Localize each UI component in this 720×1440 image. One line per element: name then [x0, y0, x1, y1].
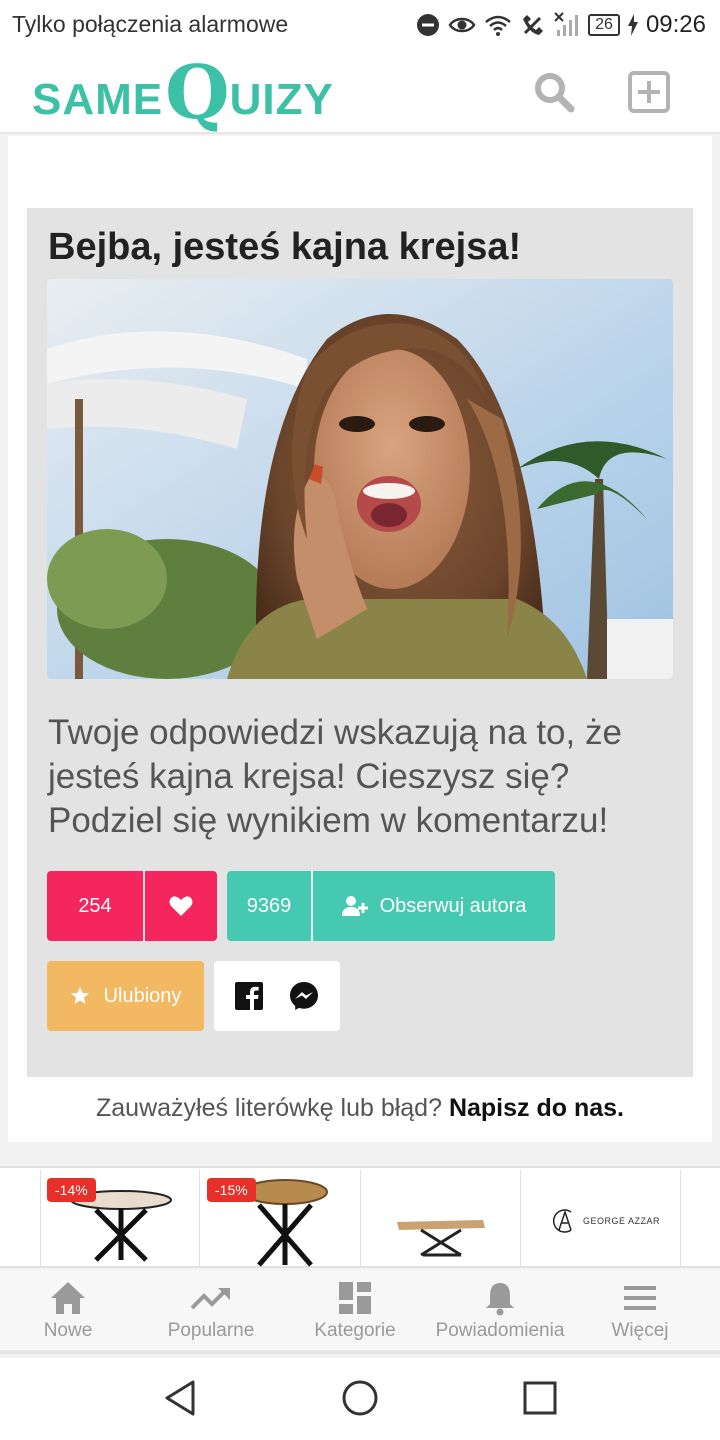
nav-label: Więcej — [611, 1320, 669, 1341]
heart-icon — [145, 895, 217, 917]
clock: 09:26 — [645, 11, 706, 38]
trending-icon — [190, 1288, 230, 1310]
samequizy-logo[interactable]: SAME Q UIZY — [32, 56, 334, 130]
discount-badge: -15% — [207, 1178, 256, 1202]
follow-author-button[interactable]: 9369 Obserwuj autora — [227, 871, 555, 941]
home-circle-icon[interactable] — [340, 1378, 380, 1418]
nav-item-kategorie[interactable]: Kategorie — [306, 1280, 404, 1342]
result-image — [47, 279, 673, 679]
nav-item-wiecej[interactable]: Więcej — [604, 1280, 676, 1342]
main-content: Bejba, jesteś kajna krejsa! Twoje odpowi… — [8, 136, 712, 1142]
recents-icon[interactable] — [520, 1378, 560, 1418]
report-prefix: Zauważyłeś literówkę lub błąd? — [95, 1094, 442, 1122]
nav-item-popularne[interactable]: Popularne — [158, 1280, 264, 1342]
home-icon — [51, 1282, 85, 1314]
carrier-text: Tylko połączenia alarmowe — [12, 11, 289, 37]
nav-item-powiadomienia[interactable]: Powiadomienia — [424, 1280, 576, 1342]
add-icon[interactable] — [627, 70, 671, 114]
like-count: 254 — [47, 871, 145, 941]
ad-item[interactable]: GEORGE AZZAR — [521, 1170, 681, 1268]
app-header: SAME Q UIZY — [0, 50, 720, 134]
no-call-icon — [523, 15, 544, 35]
app-root: Tylko połączenia alarmowe 26 09:26 SAME … — [0, 0, 720, 1440]
result-card: Bejba, jesteś kajna krejsa! Twoje odpowi… — [27, 208, 693, 1077]
status-bar: Tylko połączenia alarmowe 26 09:26 — [0, 0, 720, 50]
like-button[interactable]: 254 — [47, 871, 217, 941]
brand-name: GEORGE AZZAR — [583, 1216, 661, 1226]
follow-label-wrap: Obserwuj autora — [313, 895, 555, 918]
ga-monogram-icon — [552, 1209, 572, 1233]
follower-count: 9369 — [227, 871, 313, 941]
menu-icon — [624, 1286, 656, 1310]
result-description: Twoje odpowiedzi wskazują na to, że jest… — [48, 713, 622, 840]
bell-icon — [486, 1283, 514, 1316]
follow-label: Obserwuj autora — [379, 894, 527, 917]
result-title: Bejba, jesteś kajna krejsa! — [48, 226, 522, 268]
add-user-icon — [341, 896, 368, 916]
actions-row: Ulubiony — [47, 961, 340, 1031]
ad-item[interactable]: -14% — [40, 1170, 200, 1268]
table-image — [397, 1220, 485, 1257]
ad-item[interactable] — [361, 1170, 521, 1268]
facebook-icon[interactable] — [235, 982, 263, 1010]
brand-logo: GEORGE AZZAR — [551, 1208, 660, 1234]
system-navigation-bar — [0, 1358, 720, 1440]
eye-icon — [448, 17, 476, 33]
nav-label: Popularne — [167, 1320, 255, 1341]
discount-badge: -14% — [47, 1178, 96, 1202]
bottom-navigation: Nowe Popularne Kategorie Powiadomienia W… — [0, 1270, 720, 1354]
do-not-disturb-icon — [417, 14, 440, 36]
status-icons: 26 09:26 — [416, 9, 706, 41]
logo-part-same: SAME — [32, 75, 164, 124]
battery-icon: 26 — [588, 14, 620, 36]
logo-part-q: Q — [165, 50, 230, 136]
wifi-icon — [485, 15, 511, 36]
share-box — [214, 961, 340, 1031]
favorite-label: Ulubiony — [103, 984, 182, 1007]
report-link[interactable]: Napisz do nas. — [449, 1094, 624, 1122]
dashboard-icon — [339, 1282, 371, 1314]
nav-label: Powiadomienia — [435, 1320, 565, 1341]
nav-label: Nowe — [43, 1320, 93, 1341]
ad-item[interactable]: -15% — [201, 1170, 361, 1268]
search-icon[interactable] — [532, 70, 576, 114]
charging-icon — [627, 14, 638, 36]
ad-banner[interactable]: -14% -15% GEORGE AZZAR — [0, 1166, 720, 1268]
favorite-button[interactable]: Ulubiony — [47, 961, 204, 1031]
nav-label: Kategorie — [314, 1320, 396, 1341]
star-icon — [70, 987, 89, 1004]
logo-part-uizy: UIZY — [229, 75, 334, 124]
report-error-text: Zauważyłeś literówkę lub błąd? Napisz do… — [8, 1094, 712, 1123]
no-signal-icon — [554, 12, 579, 36]
reaction-row: 254 9369 Obserwuj autora — [47, 871, 555, 941]
back-icon[interactable] — [160, 1378, 200, 1418]
messenger-icon[interactable] — [289, 981, 319, 1011]
nav-item-nowe[interactable]: Nowe — [28, 1280, 108, 1342]
